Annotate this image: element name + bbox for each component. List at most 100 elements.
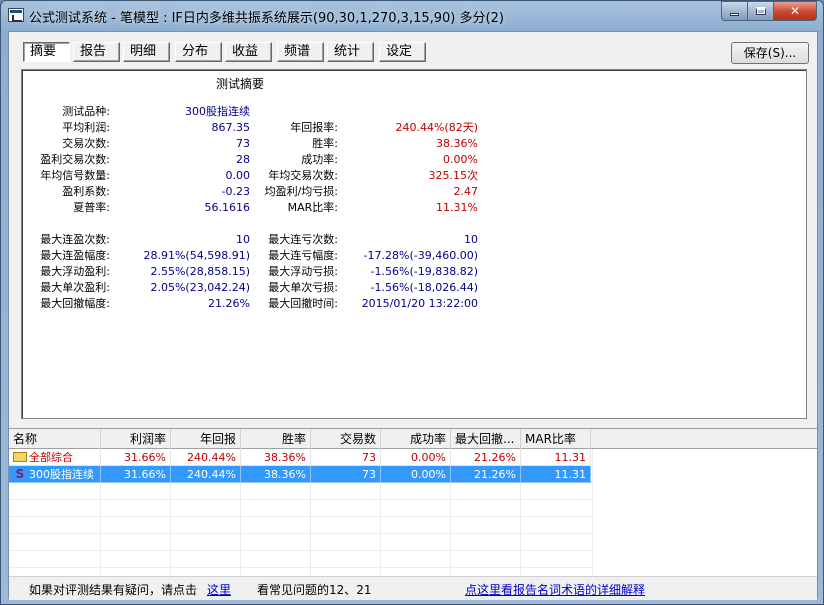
summary-value: 28 [236, 153, 250, 166]
summary-label: 最大单次亏损: [268, 281, 338, 294]
summary-value: 21.26% [208, 297, 250, 310]
summary-label: MAR比率: [287, 201, 338, 214]
cell-max-drawdown: 21.26% [451, 449, 521, 466]
maximize-button[interactable] [747, 1, 773, 21]
title-bar[interactable]: 公式测试系统 - 笔模型 : IF日内多维共振系统展示(90,30,1,270,… [1, 1, 823, 31]
summary-label: 盈利系数: [62, 185, 110, 198]
window-title: 公式测试系统 - 笔模型 : IF日内多维共振系统展示(90,30,1,270,… [29, 11, 504, 26]
question-text: 如果对评测结果有疑问，请点击 [29, 583, 198, 597]
cell-trades: 73 [311, 449, 381, 466]
cell-trades: 73 [311, 466, 381, 483]
summary-label: 成功率: [301, 153, 338, 166]
cell-profit-rate: 31.66% [101, 466, 171, 483]
folder-icon [13, 449, 27, 466]
grid-line [9, 500, 593, 517]
summary-value: -17.28%(-39,460.00) [363, 249, 478, 262]
summary-label: 最大连盈幅度: [40, 249, 110, 262]
summary-value: -1.56%(-19,838.82) [370, 265, 478, 278]
cell-profit-rate: 31.66% [101, 449, 171, 466]
col-win-rate[interactable]: 胜率 [241, 429, 311, 449]
tab-report[interactable]: 报告 [73, 42, 120, 62]
grid-line [9, 534, 593, 551]
summary-label: 最大浮动盈利: [40, 265, 110, 278]
col-mar-ratio[interactable]: MAR比率 [521, 429, 591, 449]
glossary-link[interactable]: 点这里看报告名词术语的详细解释 [465, 581, 645, 598]
summary-value: 2015/01/20 13:22:00 [361, 297, 478, 310]
grid-line [9, 551, 593, 568]
faq-text: 看常见问题的12、21 [257, 583, 372, 597]
cell-success-rate: 0.00% [381, 466, 451, 483]
summary-title: 测试摘要 [216, 77, 265, 91]
col-profit-rate[interactable]: 利润率 [101, 429, 171, 449]
cell-success-rate: 0.00% [381, 449, 451, 466]
client-area: 摘要 报告 明细 分布 收益 频谱 统计 设定 保存(S)... 测试摘要 测试… [8, 31, 818, 600]
col-success-rate[interactable]: 成功率 [381, 429, 451, 449]
cell-win-rate: 38.36% [241, 466, 311, 483]
summary-value: 28.91%(54,598.91) [143, 249, 250, 262]
col-annual-return[interactable]: 年回报 [171, 429, 241, 449]
summary-panel: 测试摘要 测试品种: 300股指连续 平均利润: 867.35 交易次数: 73 盈利交易次… [21, 69, 807, 419]
cell-annual-return: 240.44% [171, 466, 241, 483]
window-controls: ✕ [721, 1, 817, 21]
summary-label: 盈利交易次数: [40, 153, 110, 166]
cell-max-drawdown: 21.26% [451, 466, 521, 483]
summary-value: 11.31% [436, 201, 478, 214]
minimize-icon [730, 13, 739, 16]
summary-value: 10 [236, 233, 250, 246]
col-name[interactable]: 名称 [9, 429, 101, 449]
summary-value: 240.44%(82天) [395, 121, 478, 134]
summary-label: 平均利润: [62, 121, 110, 134]
cell-mar-ratio: 11.31 [521, 449, 591, 466]
tab-distribution[interactable]: 分布 [175, 42, 222, 62]
summary-value: 300股指连续 [185, 105, 250, 118]
tab-returns[interactable]: 收益 [225, 42, 272, 62]
grid-line [9, 517, 593, 534]
summary-value: 2.05%(23,042.24) [150, 281, 250, 294]
s-icon: S [15, 467, 25, 481]
cell-win-rate: 38.36% [241, 449, 311, 466]
summary-label: 最大连盈次数: [40, 233, 110, 246]
summary-label: 年回报率: [290, 121, 338, 134]
summary-label: 夏普率: [73, 201, 110, 214]
summary-value: 38.36% [436, 137, 478, 150]
summary-label: 均盈利/均亏损: [264, 185, 338, 198]
summary-label: 最大连亏幅度: [268, 249, 338, 262]
tab-spectrum[interactable]: 频谱 [277, 42, 324, 62]
main-window: 公式测试系统 - 笔模型 : IF日内多维共振系统展示(90,30,1,270,… [0, 0, 824, 605]
summary-value: -0.23 [221, 185, 250, 198]
summary-label: 胜率: [312, 137, 338, 150]
save-button[interactable]: 保存(S)... [731, 42, 809, 64]
close-button[interactable]: ✕ [773, 1, 817, 21]
col-max-drawdown[interactable]: 最大回撤... [451, 429, 521, 449]
tab-detail[interactable]: 明细 [123, 42, 170, 62]
here-link[interactable]: 这里 [207, 581, 231, 598]
summary-label: 最大浮动亏损: [268, 265, 338, 278]
summary-label: 年均交易次数: [268, 169, 338, 182]
cell-annual-return: 240.44% [171, 449, 241, 466]
maximize-icon [755, 7, 766, 15]
summary-value: 10 [464, 233, 478, 246]
status-bar: 如果对评测结果有疑问，请点击 这里 看常见问题的12、21 点这里看报告名词术语… [9, 576, 817, 600]
grid-line [9, 483, 593, 500]
folder-icon [13, 452, 27, 462]
app-icon [8, 8, 24, 22]
summary-value: -1.56%(-18,026.44) [370, 281, 478, 294]
tab-toolbar: 摘要 报告 明细 分布 收益 频谱 统计 设定 保存(S)... [9, 32, 817, 70]
minimize-button[interactable] [721, 1, 747, 21]
col-trades[interactable]: 交易数 [311, 429, 381, 449]
tab-settings[interactable]: 设定 [379, 42, 426, 62]
cell-name: 全部综合 [9, 449, 101, 466]
close-icon: ✕ [789, 4, 801, 18]
summary-value: 867.35 [211, 121, 251, 134]
summary-value: 325.15次 [428, 169, 479, 182]
table-row[interactable]: S 300股指连续 31.66% 240.44% 38.36% 73 0.00% 21.26%… [9, 466, 593, 483]
grid-header: 名称 利润率 年回报 胜率 交易数 成功率 最大回撤... MAR比率 [9, 429, 817, 449]
summary-label: 测试品种: [62, 105, 110, 118]
table-row[interactable]: 全部综合 31.66% 240.44% 38.36% 73 0.00% 21.26% 11.3… [9, 449, 593, 466]
cell-mar-ratio: 11.31 [521, 466, 591, 483]
summary-value: 0.00 [225, 169, 251, 182]
tab-statistics[interactable]: 统计 [327, 42, 374, 62]
cell-name: S 300股指连续 [9, 466, 101, 483]
tab-summary[interactable]: 摘要 [23, 42, 70, 62]
summary-value: 2.47 [453, 185, 479, 198]
